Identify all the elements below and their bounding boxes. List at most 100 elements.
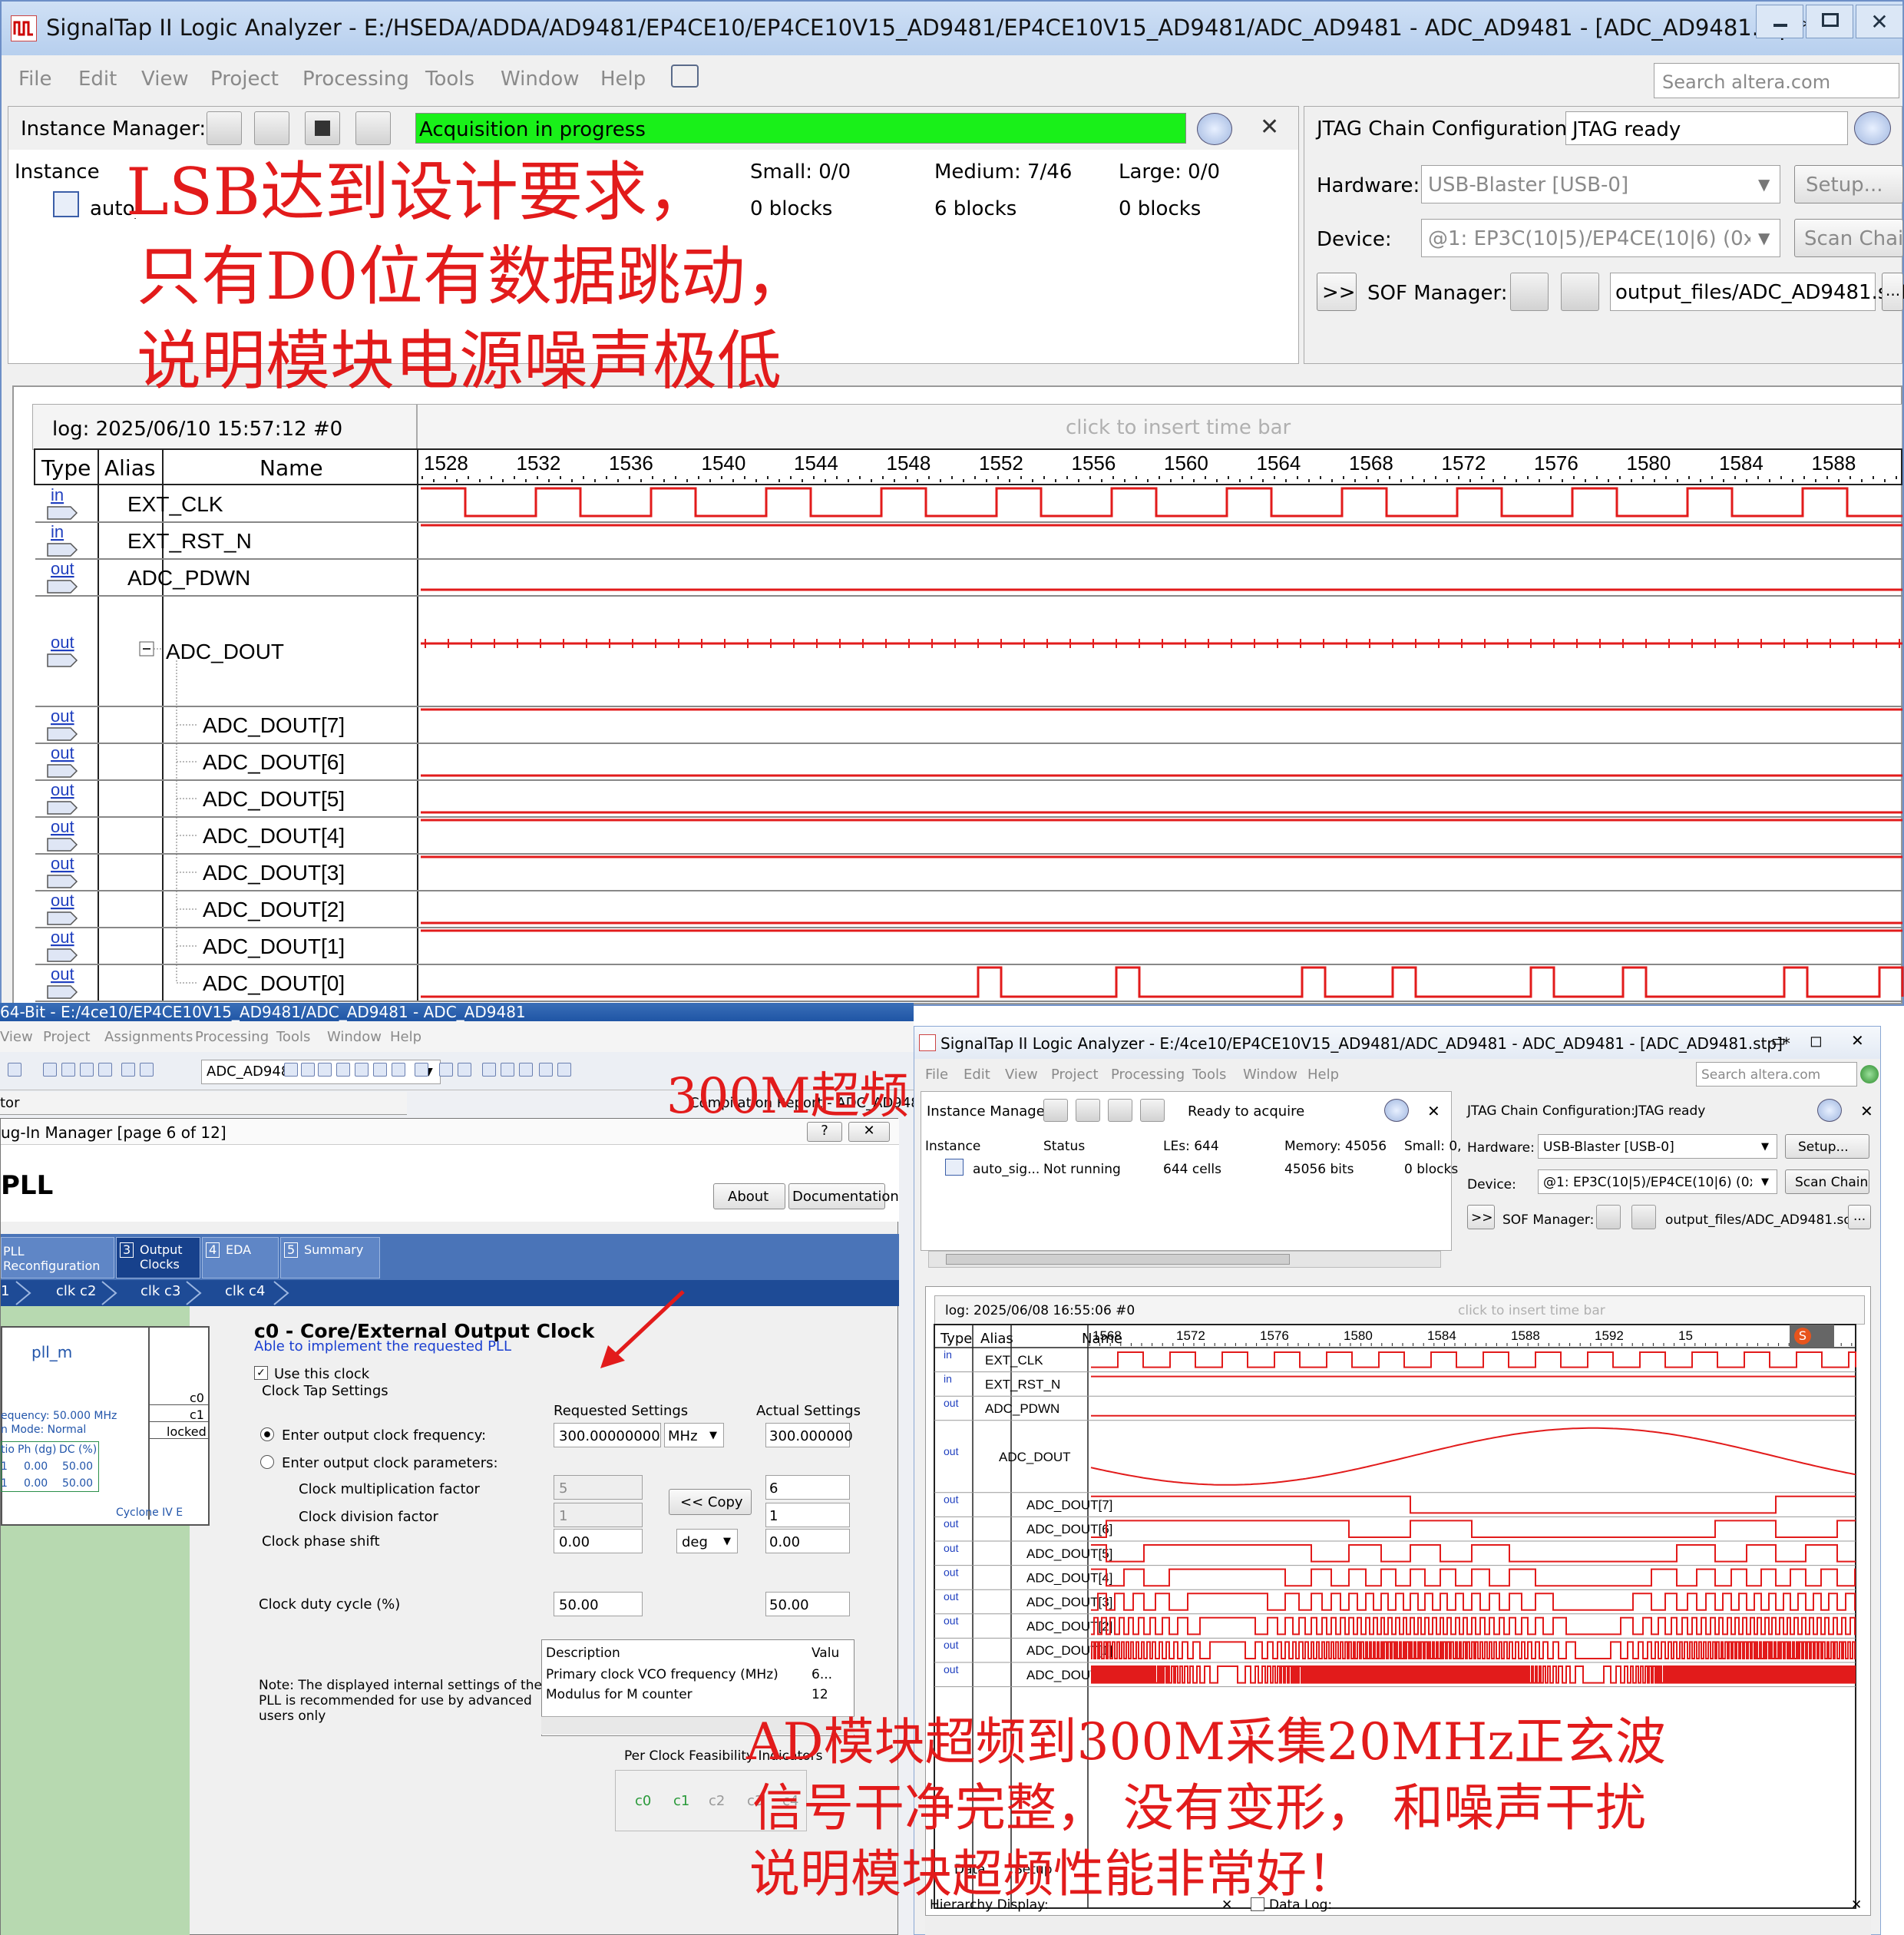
toolbar-icon[interactable] — [80, 1063, 94, 1077]
about-button[interactable]: About — [713, 1183, 785, 1209]
time-tick-label: 1548 — [887, 452, 931, 475]
tab-output-clocks[interactable]: 3 Output Clocks — [116, 1237, 200, 1278]
time-tick-label: 1544 — [794, 452, 838, 475]
time-tick-label: 1560 — [1164, 452, 1208, 475]
q-menu-window[interactable]: Window — [327, 1030, 382, 1044]
signal-name: ADC_DOUT[1] — [203, 934, 345, 958]
main-window: SignalTap II Logic Analyzer - E:/HSEDA/A… — [0, 0, 1904, 1006]
adc-dout0-waveform — [421, 966, 1904, 998]
toolbar-icon[interactable] — [458, 1063, 471, 1077]
time-tick-label: 1552 — [979, 452, 1023, 475]
copy-button[interactable]: << Copy — [669, 1489, 752, 1515]
freq-unit-select[interactable]: MHz ▼ — [664, 1423, 724, 1447]
time-tick-label: 1576 — [1260, 1328, 1289, 1343]
feasibility-c0: c0 — [635, 1793, 652, 1809]
div-input[interactable]: 1 — [554, 1503, 643, 1527]
actual-freq-field: 300.000000 — [765, 1423, 853, 1447]
toolbar-icon[interactable] — [140, 1063, 154, 1077]
freq-input[interactable]: 300.00000000 — [554, 1423, 661, 1447]
adc-dout-bit-waveform — [1091, 1495, 1856, 1514]
pll-block-mode: n Mode: Normal — [1, 1424, 87, 1436]
time-tick-label: 1580 — [1627, 452, 1671, 475]
signal-name: ADC_PDWN — [127, 566, 250, 590]
q-menu-project[interactable]: Project — [43, 1030, 91, 1044]
port-arrow-icon — [47, 985, 78, 999]
use-clock-checkbox[interactable]: ✓ — [254, 1366, 268, 1380]
phase-label: Clock phase shift — [262, 1533, 380, 1550]
out-port-icon: out — [51, 817, 74, 836]
documentation-button[interactable]: Documentation — [788, 1183, 899, 1209]
toolbar-icon[interactable] — [482, 1063, 496, 1077]
note-line-2: PLL is recommended for use by advanced — [259, 1693, 532, 1708]
dialog-title: ug-In Manager [page 6 of 12] — [1, 1123, 226, 1142]
toolbar-icon[interactable] — [501, 1063, 514, 1077]
feasibility-c1: c1 — [673, 1793, 690, 1809]
q-menu-view[interactable]: View — [0, 1030, 33, 1044]
toolbar-icon[interactable] — [8, 1063, 21, 1077]
signal-name: ADC_DOUT[4] — [203, 824, 345, 848]
toolbar-icon[interactable] — [301, 1063, 315, 1077]
port-arrow-icon — [47, 801, 78, 815]
tab-eda[interactable]: 4 EDA — [202, 1237, 279, 1278]
adc-dout-bit-waveform — [1091, 1641, 1856, 1659]
port-c1: c1 — [190, 1407, 204, 1422]
phase-input[interactable]: 0.00 — [554, 1529, 643, 1553]
toolbar-icon[interactable] — [284, 1063, 298, 1077]
time-tick-label: 1532 — [517, 452, 561, 475]
out-port-icon: out — [944, 1663, 959, 1675]
q-menu-processing[interactable]: Processing — [195, 1030, 269, 1044]
toolbar-icon[interactable] — [355, 1063, 369, 1077]
toolbar-icon[interactable] — [336, 1063, 350, 1077]
enter-freq-radio[interactable] — [260, 1427, 274, 1441]
q-menu-tools[interactable]: Tools — [276, 1030, 310, 1044]
time-tick-label: 15 — [1678, 1328, 1693, 1343]
tab-pll-reconfiguration[interactable]: PLL Reconfiguration — [1, 1237, 114, 1278]
duty-actual: 50.00 — [765, 1592, 850, 1616]
toolbar-icon[interactable] — [373, 1063, 387, 1077]
enter-params-radio[interactable] — [260, 1455, 274, 1469]
tab-summary[interactable]: 5 Summary — [280, 1237, 380, 1278]
phase-unit-select[interactable]: deg ▼ — [676, 1529, 738, 1553]
toolbar-icon[interactable] — [557, 1063, 571, 1077]
signal-name: ADC_DOUT[3] — [1026, 1595, 1112, 1609]
signal-name: ADC_DOUT[6] — [1026, 1522, 1112, 1536]
q-menu-help[interactable]: Help — [390, 1030, 421, 1044]
out-port-icon: out — [51, 633, 74, 652]
mult-input[interactable]: 5 — [554, 1475, 643, 1500]
out-port-icon: out — [51, 964, 74, 984]
time-tick-label: 1540 — [702, 452, 746, 475]
annotation-arrow — [600, 1290, 685, 1368]
toolbar-icon[interactable] — [539, 1063, 553, 1077]
q-menu-assignments[interactable]: Assignments — [104, 1030, 193, 1044]
signal-name: ADC_DOUT[5] — [1026, 1546, 1112, 1561]
datalog-close-icon[interactable]: ✕ — [1851, 1899, 1862, 1912]
bottom-annotation-line-3: 说明模块超频性能非常好！ — [749, 1844, 1357, 1904]
note-line-1: Note: The displayed internal settings of… — [259, 1678, 542, 1693]
signal-name: EXT_RST_N — [985, 1377, 1060, 1391]
time-tick-label: 1584 — [1427, 1328, 1456, 1343]
clock-tap-label: Clock Tap Settings — [262, 1383, 388, 1399]
toolbar-icon[interactable] — [43, 1063, 57, 1077]
signal-name: ADC_DOUT[6] — [203, 750, 345, 774]
toolbar-icon[interactable] — [61, 1063, 75, 1077]
time-tick-label: 1528 — [424, 452, 468, 475]
toolbar-icon[interactable] — [392, 1063, 405, 1077]
toolbar-icon[interactable] — [121, 1063, 135, 1077]
toolbar-icon[interactable] — [439, 1063, 453, 1077]
out-port-icon: out — [51, 854, 74, 873]
toolbar-icon[interactable] — [519, 1063, 533, 1077]
ext-clk-waveform — [1091, 1351, 1856, 1368]
adc-dout-sine-waveform — [1090, 1427, 1856, 1486]
toolbar-icon[interactable] — [98, 1063, 112, 1077]
out-port-icon: out — [944, 1517, 959, 1530]
duty-input[interactable]: 50.00 — [554, 1592, 643, 1616]
port-arrow-icon — [47, 543, 78, 557]
port-c0: c0 — [190, 1391, 204, 1405]
mult-actual: 6 — [765, 1475, 850, 1500]
in-port-icon: in — [944, 1372, 952, 1384]
main-annotation-line-1: LSB达到设计要求， — [126, 154, 712, 230]
toolbar-icon[interactable] — [318, 1063, 332, 1077]
pll-block-freq: equency: 50.000 MHz — [1, 1410, 117, 1422]
toolbar-icon[interactable] — [415, 1063, 428, 1077]
port-arrow-icon — [47, 580, 78, 594]
